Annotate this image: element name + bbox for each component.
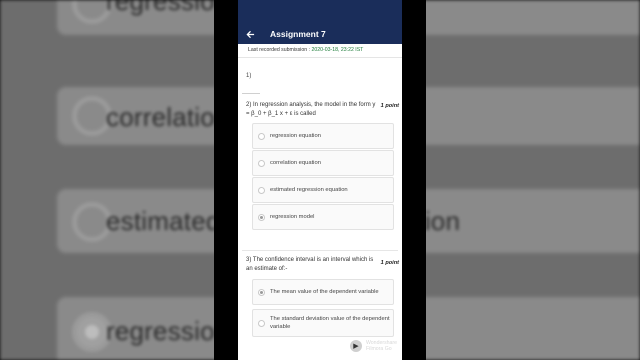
option-label: The mean value of the dependent variable — [270, 289, 379, 295]
watermark: ▶ Wondershare Filmora Go — [350, 340, 397, 352]
radio-icon[interactable] — [258, 132, 265, 140]
question-2-points: 1 point — [380, 103, 399, 109]
left-letterbox — [214, 0, 238, 360]
option-label: regression equation — [270, 133, 321, 139]
question-3-points: 1 point — [380, 260, 399, 266]
question-3-text: The confidence interval is an interval w… — [246, 257, 374, 272]
submission-label: Last recorded submission : — [248, 47, 312, 53]
question-1-number: 1) — [246, 73, 252, 79]
question-3: 3) The confidence interval is an interva… — [246, 256, 378, 274]
divider — [242, 93, 260, 94]
option-regression-model[interactable]: regression model — [252, 204, 394, 230]
page-title: Assignment 7 — [270, 29, 326, 39]
option-label: regression model — [270, 214, 315, 220]
radio-selected-icon[interactable] — [258, 288, 265, 296]
option-estimated-regression-equation[interactable]: estimated regression equation — [252, 177, 394, 203]
watermark-text: Wondershare Filmora Go — [366, 340, 397, 352]
question-2-number: 2) — [246, 102, 252, 108]
watermark-line: Filmora Go — [366, 346, 392, 352]
phone-screen: Assignment 7 Last recorded submission : … — [238, 0, 402, 360]
option-regression-equation[interactable]: regression equation — [252, 123, 394, 149]
option-label: The standard deviation value of the depe… — [270, 316, 390, 330]
option-label: estimated regression equation — [270, 187, 348, 193]
question-2-text: In regression analysis, the model in the… — [246, 102, 376, 117]
app-bar: Assignment 7 — [238, 24, 402, 44]
last-submission: Last recorded submission : 2020-03-18, 2… — [238, 44, 402, 58]
radio-selected-icon[interactable] — [258, 213, 265, 221]
play-icon: ▶ — [350, 340, 362, 352]
radio-icon[interactable] — [258, 186, 265, 194]
option-correlation-equation[interactable]: correlation equation — [252, 150, 394, 176]
radio-icon[interactable] — [258, 159, 265, 167]
radio-icon[interactable] — [258, 319, 265, 327]
status-bar — [238, 0, 402, 24]
right-letterbox — [402, 0, 426, 360]
option-standard-deviation-value[interactable]: The standard deviation value of the depe… — [252, 309, 394, 337]
question-2: 2) In regression analysis, the model in … — [246, 101, 378, 119]
divider — [242, 250, 398, 251]
option-label: correlation equation — [270, 160, 321, 166]
video-frame: regression equation correlation equation… — [0, 0, 640, 360]
submission-timestamp: 2020-03-18, 23:22 IST — [311, 47, 364, 53]
option-mean-value[interactable]: The mean value of the dependent variable — [252, 279, 394, 305]
question-3-number: 3) — [246, 257, 252, 263]
arrow-left-icon[interactable] — [238, 24, 262, 44]
